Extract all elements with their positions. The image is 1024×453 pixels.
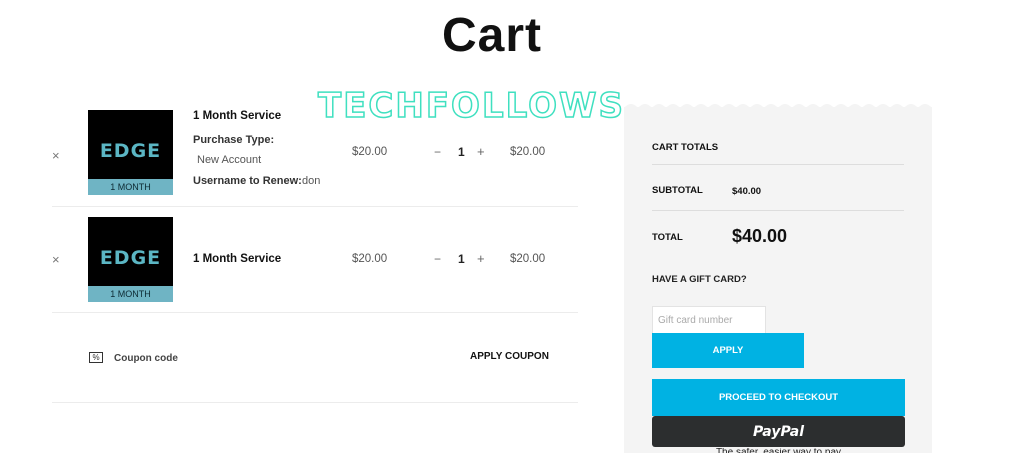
quantity-stepper: − 1 + [434,144,492,161]
product-duration-band: 1 MONTH [88,286,173,302]
total-value: $40.00 [732,226,788,246]
quantity-value[interactable]: 1 [458,252,465,266]
cart-row: × EDGE 1 MONTH 1 Month Service Purchase … [52,100,578,207]
product-name-link[interactable]: 1 Month Service [193,110,281,122]
decrease-quantity-button[interactable]: − [434,145,441,159]
quantity-stepper: − 1 + [434,251,492,268]
unit-price: $20.00 [352,146,388,158]
coupon-code-input[interactable] [114,350,274,366]
divider [652,164,904,165]
paypal-tagline: The safer, easier way to pay [652,448,905,453]
proceed-to-checkout-button[interactable]: PROCEED TO CHECKOUT [652,379,905,416]
product-thumbnail[interactable]: EDGE 1 MONTH [88,217,173,302]
product-logo: EDGE [99,247,162,269]
purchase-type-label: Purchase Type: [193,134,275,146]
product-duration-band: 1 MONTH [88,179,173,195]
line-subtotal: $20.00 [510,253,546,265]
decrease-quantity-button[interactable]: − [434,252,441,266]
increase-quantity-button[interactable]: + [477,251,485,266]
coupon-row: % APPLY COUPON [52,313,578,403]
remove-item-icon[interactable]: × [52,148,60,163]
cart-totals-heading: CART TOTALS [652,142,719,153]
total-label: TOTAL [652,232,683,243]
gift-card-input[interactable] [652,306,766,334]
product-name-link[interactable]: 1 Month Service [193,253,281,265]
purchase-type-value: New Account [197,154,262,166]
subtotal-value: $40.00 [732,186,762,197]
product-thumbnail[interactable]: EDGE 1 MONTH [88,110,173,195]
cart-row: × EDGE 1 MONTH 1 Month Service $20.00 − … [52,207,578,313]
line-subtotal: $20.00 [510,146,546,158]
product-logo: EDGE [99,140,162,162]
unit-price: $20.00 [352,253,388,265]
coupon-percent-icon: % [89,352,103,363]
cart-totals-panel: CART TOTALS SUBTOTAL $40.00 TOTAL $40.00… [624,107,932,453]
username-value: don [302,175,321,187]
page-title: Cart [441,9,543,62]
apply-gift-card-button[interactable]: APPLY [652,333,804,368]
remove-item-icon[interactable]: × [52,252,60,267]
username-label: Username to Renew: [193,175,302,187]
increase-quantity-button[interactable]: + [477,144,485,159]
divider [652,210,904,211]
gift-card-heading: HAVE A GIFT CARD? [652,274,747,285]
apply-coupon-button[interactable]: APPLY COUPON [470,351,549,362]
paypal-button[interactable]: PayPal [652,416,905,447]
subtotal-label: SUBTOTAL [652,185,703,196]
quantity-value[interactable]: 1 [458,145,465,159]
